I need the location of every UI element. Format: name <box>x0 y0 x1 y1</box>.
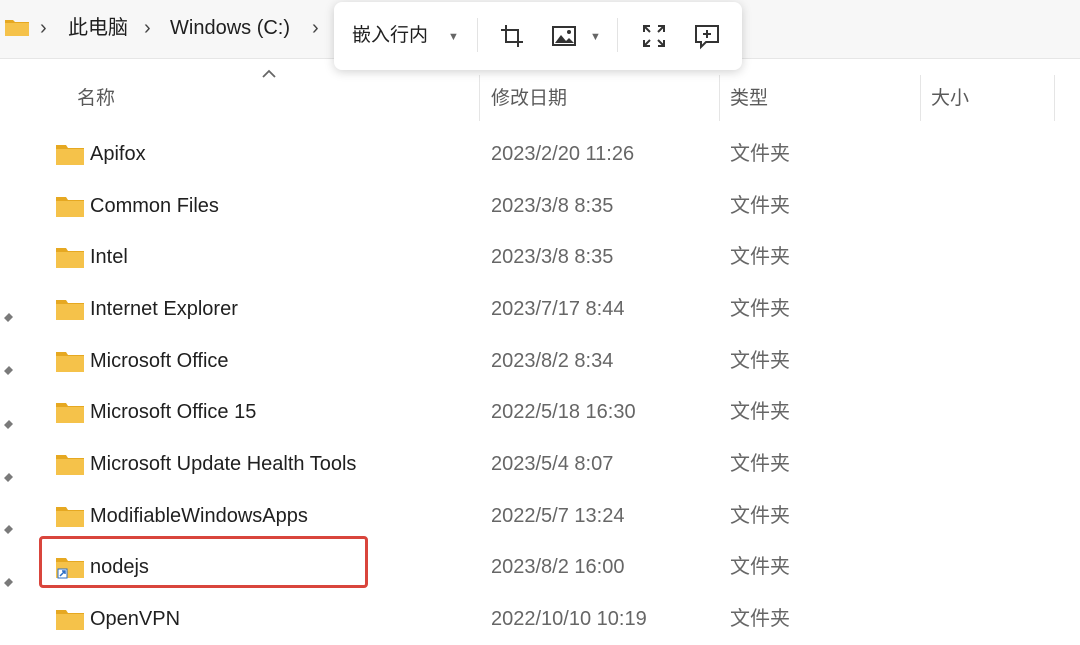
file-name: Apifox <box>90 143 146 165</box>
folder-icon <box>56 145 84 165</box>
breadcrumb-windows-c[interactable]: Windows (C:) <box>170 14 290 42</box>
file-row[interactable]: ModifiableWindowsApps 2022/5/7 13:24 文件夹 <box>0 490 1080 542</box>
file-date: 2023/8/2 8:34 <box>491 350 614 372</box>
folder-icon <box>56 248 84 268</box>
file-type: 文件夹 <box>730 556 790 578</box>
breadcrumb-separator: › <box>312 17 319 39</box>
chevron-down-icon[interactable]: ▼ <box>448 31 459 43</box>
file-name: Microsoft Office <box>90 350 229 372</box>
breadcrumb-separator: › <box>40 17 47 39</box>
chevron-down-icon[interactable]: ▼ <box>590 31 601 43</box>
column-divider[interactable] <box>479 75 480 121</box>
file-date: 2022/10/10 10:19 <box>491 608 647 630</box>
file-date: 2023/2/20 11:26 <box>491 143 635 165</box>
breadcrumb-separator: › <box>144 17 151 39</box>
folder-icon <box>56 403 84 423</box>
file-name: ModifiableWindowsApps <box>90 505 308 527</box>
file-type: 文件夹 <box>730 401 790 423</box>
column-header-date[interactable]: 修改日期 <box>491 86 567 112</box>
file-row[interactable]: Common Files 2023/3/8 8:35 文件夹 <box>0 180 1080 232</box>
toolbar-divider <box>477 18 478 52</box>
folder-icon <box>5 20 29 36</box>
folder-icon <box>56 197 84 217</box>
file-type: 文件夹 <box>730 298 790 320</box>
file-row[interactable]: Internet Explorer 2023/7/17 8:44 文件夹 <box>0 283 1080 335</box>
file-date: 2022/5/7 13:24 <box>491 505 625 527</box>
folder-icon <box>56 610 84 630</box>
file-date: 2023/3/8 8:35 <box>491 195 614 217</box>
file-date: 2023/8/2 16:00 <box>491 556 625 578</box>
file-type: 文件夹 <box>730 195 790 217</box>
file-date: 2022/5/18 16:30 <box>491 401 636 423</box>
expand-icon[interactable] <box>640 22 668 50</box>
folder-shortcut-icon <box>56 558 84 579</box>
file-row[interactable]: Microsoft Office 2023/8/2 8:34 文件夹 <box>0 335 1080 387</box>
file-type: 文件夹 <box>730 453 790 475</box>
file-date: 2023/7/17 8:44 <box>491 298 625 320</box>
file-name: Microsoft Office 15 <box>90 401 257 423</box>
file-date: 2023/3/8 8:35 <box>491 246 614 268</box>
file-row[interactable]: OpenVPN 2022/10/10 10:19 文件夹 <box>0 593 1080 645</box>
folder-icon <box>56 455 84 475</box>
file-date: 2023/5/4 8:07 <box>491 453 614 475</box>
column-divider[interactable] <box>719 75 720 121</box>
image-toolbar: 嵌入行内 ▼ ▼ <box>334 2 742 70</box>
embed-inline-button[interactable]: 嵌入行内 <box>352 22 428 50</box>
folder-icon <box>56 507 84 527</box>
toolbar-divider <box>617 18 618 52</box>
column-divider[interactable] <box>1054 75 1055 121</box>
file-name: Common Files <box>90 195 219 217</box>
breadcrumb-this-pc[interactable]: 此电脑 <box>68 14 128 42</box>
sort-ascending-icon <box>262 69 276 78</box>
file-name: Internet Explorer <box>90 298 238 320</box>
file-row-nodejs[interactable]: nodejs 2023/8/2 16:00 文件夹 <box>0 541 1080 593</box>
file-name: OpenVPN <box>90 608 181 630</box>
column-header-size[interactable]: 大小 <box>931 86 969 112</box>
file-name: nodejs <box>90 556 149 578</box>
file-type: 文件夹 <box>730 143 790 165</box>
comment-add-icon[interactable] <box>693 22 721 50</box>
file-type: 文件夹 <box>730 505 790 527</box>
column-header-type[interactable]: 类型 <box>730 86 768 112</box>
folder-icon <box>56 352 84 372</box>
file-type: 文件夹 <box>730 350 790 372</box>
crop-icon[interactable] <box>498 22 526 50</box>
folder-icon <box>56 300 84 320</box>
file-name: Microsoft Update Health Tools <box>90 453 357 475</box>
file-type: 文件夹 <box>730 246 790 268</box>
file-type: 文件夹 <box>730 608 790 630</box>
column-header-name[interactable]: 名称 <box>77 86 115 112</box>
file-name: Intel <box>90 246 128 268</box>
file-row[interactable]: Apifox 2023/2/20 11:26 文件夹 <box>0 128 1080 180</box>
image-icon[interactable] <box>550 22 578 50</box>
file-row[interactable]: Microsoft Office 15 2022/5/18 16:30 文件夹 <box>0 386 1080 438</box>
file-row[interactable]: Intel 2023/3/8 8:35 文件夹 <box>0 231 1080 283</box>
file-row[interactable]: Microsoft Update Health Tools 2023/5/4 8… <box>0 438 1080 490</box>
column-divider[interactable] <box>920 75 921 121</box>
